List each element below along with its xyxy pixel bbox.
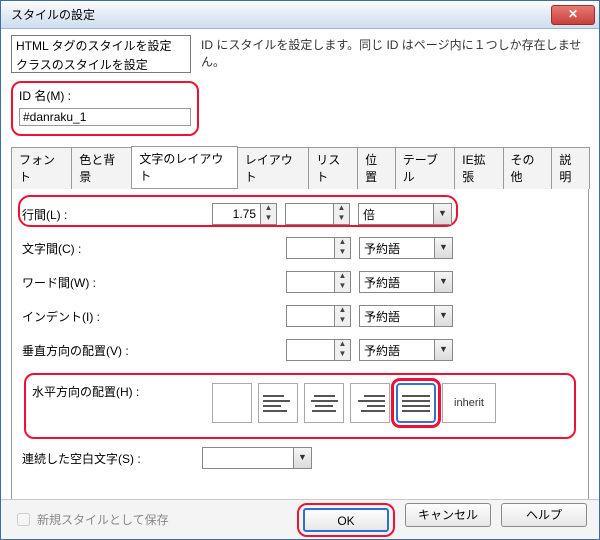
close-icon[interactable]: ✕	[551, 5, 595, 25]
line-value2-spin[interactable]: ▲▼	[285, 203, 350, 225]
halign-right[interactable]	[350, 383, 390, 423]
spin-arrows-icon[interactable]: ▲▼	[260, 203, 277, 225]
tab-other[interactable]: その他	[503, 147, 553, 189]
id-name-label: ID 名(M) :	[19, 87, 191, 104]
halign-options: inherit	[212, 383, 502, 423]
window-title: スタイルの設定	[11, 6, 551, 23]
tab-desc[interactable]: 説明	[551, 147, 590, 189]
halign-none[interactable]	[212, 383, 252, 423]
hint-text: ID にスタイルを設定します。同じ ID はページ内に１つしか存在しません。	[201, 35, 589, 73]
indent-label: インデント(I) :	[22, 308, 162, 325]
word-label: ワード間(W) :	[22, 274, 162, 291]
line-value2-input[interactable]	[285, 203, 333, 225]
line-label: 行間(L) :	[22, 206, 162, 223]
spin-arrows-icon[interactable]: ▲▼	[334, 237, 351, 259]
indent-value-input[interactable]	[286, 305, 334, 327]
wspace-combo[interactable]: ▼	[202, 447, 312, 469]
wspace-label: 連続した空白文字(S) :	[22, 450, 162, 467]
spin-arrows-icon[interactable]: ▲▼	[333, 203, 350, 225]
chevron-down-icon[interactable]: ▼	[433, 204, 451, 224]
letter-value-input[interactable]	[286, 237, 334, 259]
tab-layout[interactable]: レイアウト	[237, 147, 309, 189]
tab-font[interactable]: フォント	[11, 147, 72, 189]
cancel-button[interactable]: キャンセル	[405, 503, 491, 527]
line-value-input[interactable]	[212, 203, 260, 225]
valign-value-input[interactable]	[286, 339, 334, 361]
chevron-down-icon[interactable]: ▼	[434, 238, 452, 258]
row-letter-spacing: 文字間(C) : ▲▼ ▼	[22, 237, 578, 259]
chevron-down-icon[interactable]: ▼	[293, 448, 311, 468]
textlayout-pane: 行間(L) : ▲▼ ▲▼ ▼ 文字間(C) :	[11, 189, 589, 505]
spin-arrows-icon[interactable]: ▲▼	[334, 271, 351, 293]
save-as-new-input[interactable]	[17, 513, 30, 526]
valign-unit-combo[interactable]: ▼	[359, 339, 453, 361]
halign-label: 水平方向の配置(H) :	[32, 383, 172, 400]
id-name-group: ID 名(M) :	[11, 81, 199, 136]
row-halign: 水平方向の配置(H) : inherit	[24, 373, 576, 439]
row-whitespace: 連続した空白文字(S) : ▼	[22, 447, 578, 469]
dialog-window: スタイルの設定 ✕ HTML タグのスタイルを設定 クラスのスタイルを設定 ID…	[0, 0, 600, 540]
tab-list[interactable]: リスト	[308, 147, 358, 189]
save-as-new-label: 新規スタイルとして保存	[37, 511, 169, 528]
indent-value-spin[interactable]: ▲▼	[286, 305, 351, 327]
ok-button[interactable]: OK	[303, 508, 389, 532]
halign-left[interactable]	[258, 383, 298, 423]
list-item[interactable]: クラスのスタイルを設定	[12, 55, 190, 73]
style-target-list[interactable]: HTML タグのスタイルを設定 クラスのスタイルを設定 ID のスタイルを設定	[11, 35, 191, 73]
dialog-footer: 新規スタイルとして保存 OK キャンセル ヘルプ	[1, 499, 599, 539]
tab-position[interactable]: 位置	[357, 147, 396, 189]
halign-center[interactable]	[304, 383, 344, 423]
spin-arrows-icon[interactable]: ▲▼	[334, 305, 351, 327]
tab-table[interactable]: テーブル	[395, 147, 456, 189]
tab-textlayout[interactable]: 文字のレイアウト	[131, 146, 237, 188]
halign-justify[interactable]	[396, 383, 436, 423]
chevron-down-icon[interactable]: ▼	[434, 340, 452, 360]
chevron-down-icon[interactable]: ▼	[434, 306, 452, 326]
ok-highlight: OK	[297, 503, 395, 537]
line-unit-combo[interactable]: ▼	[358, 203, 452, 225]
letter-value-spin[interactable]: ▲▼	[286, 237, 351, 259]
tab-colorbg[interactable]: 色と背景	[71, 147, 132, 189]
word-unit-combo[interactable]: ▼	[359, 271, 453, 293]
titlebar: スタイルの設定 ✕	[1, 1, 599, 29]
spin-arrows-icon[interactable]: ▲▼	[334, 339, 351, 361]
halign-inherit[interactable]: inherit	[442, 383, 496, 423]
list-item[interactable]: HTML タグのスタイルを設定	[12, 36, 190, 55]
tab-bar: フォント 色と背景 文字のレイアウト レイアウト リスト 位置 テーブル IE拡…	[11, 146, 589, 189]
help-button[interactable]: ヘルプ	[501, 503, 587, 527]
letter-label: 文字間(C) :	[22, 240, 162, 257]
chevron-down-icon[interactable]: ▼	[434, 272, 452, 292]
indent-unit-combo[interactable]: ▼	[359, 305, 453, 327]
row-word-spacing: ワード間(W) : ▲▼ ▼	[22, 271, 578, 293]
tab-ie[interactable]: IE拡張	[454, 147, 503, 189]
row-line-height: 行間(L) : ▲▼ ▲▼ ▼	[22, 203, 578, 225]
word-value-spin[interactable]: ▲▼	[286, 271, 351, 293]
save-as-new-checkbox[interactable]: 新規スタイルとして保存	[13, 510, 169, 529]
id-name-input[interactable]	[19, 108, 191, 126]
row-valign: 垂直方向の配置(V) : ▲▼ ▼	[22, 339, 578, 361]
row-indent: インデント(I) : ▲▼ ▼	[22, 305, 578, 327]
word-value-input[interactable]	[286, 271, 334, 293]
line-value-spin[interactable]: ▲▼	[212, 203, 277, 225]
valign-label: 垂直方向の配置(V) :	[22, 342, 162, 359]
valign-value-spin[interactable]: ▲▼	[286, 339, 351, 361]
letter-unit-combo[interactable]: ▼	[359, 237, 453, 259]
